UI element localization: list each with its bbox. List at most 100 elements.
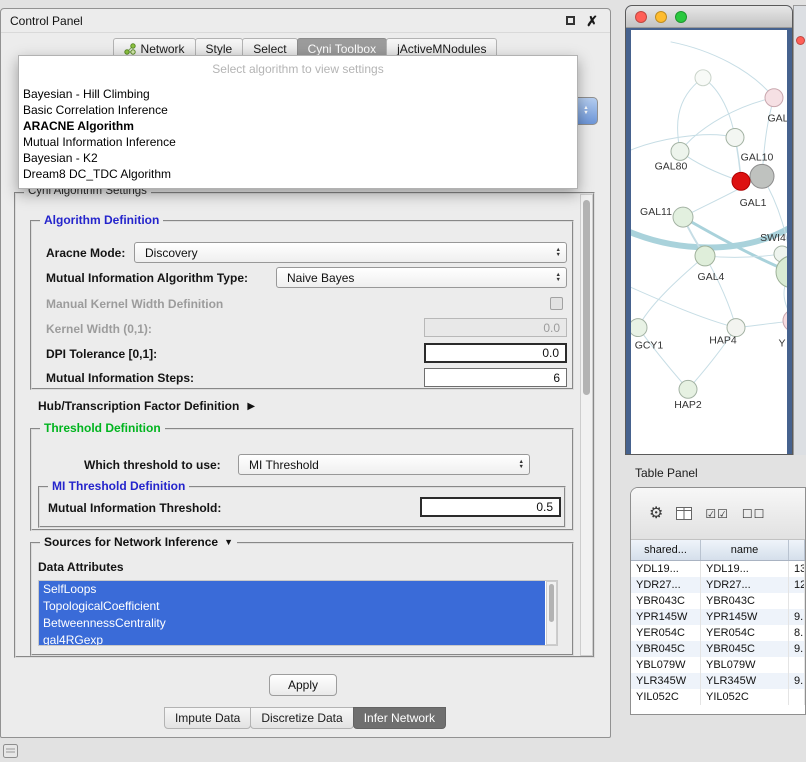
traffic-light-zoom[interactable] [675, 11, 687, 23]
algorithm-option[interactable]: Bayesian - K2 [19, 150, 577, 166]
algorithm-option[interactable]: ARACNE Algorithm [19, 118, 577, 134]
tab-discretize-data[interactable]: Discretize Data [250, 707, 353, 729]
select-all-icon[interactable]: ☑☑ [705, 508, 729, 520]
attribute-item[interactable]: SelfLoops [39, 581, 545, 598]
table-row[interactable]: YPR145WYPR145W9. [631, 609, 805, 625]
network-node-label: HAP4 [709, 336, 737, 347]
table-cell: YDL19... [701, 561, 789, 577]
network-node-label: HAP2 [674, 400, 702, 411]
table-row[interactable]: YDR27...YDR27...12 [631, 577, 805, 593]
close-window-icon[interactable]: ✗ [586, 14, 598, 28]
gear-icon[interactable]: ⚙ [649, 506, 663, 522]
network-node[interactable] [726, 129, 744, 147]
network-node[interactable] [673, 207, 693, 227]
network-node[interactable] [631, 319, 647, 337]
docked-panel-icon[interactable] [3, 744, 18, 758]
attribute-list-scrollbar[interactable] [546, 581, 557, 645]
mi-threshold-field[interactable]: 0.5 [420, 497, 561, 517]
table-row[interactable]: YBR043CYBR043C [631, 593, 805, 609]
network-node[interactable] [732, 172, 750, 190]
network-node[interactable] [671, 142, 689, 160]
traffic-light-close[interactable] [635, 11, 647, 23]
attribute-item[interactable]: TopologicalCoefficient [39, 598, 545, 615]
table-row[interactable]: YLR345WYLR345W9. [631, 673, 805, 689]
network-edge[interactable] [680, 98, 774, 152]
tab-label: Discretize Data [261, 711, 342, 725]
data-attributes-label: Data Attributes [38, 560, 124, 574]
table-cell: YBR043C [631, 593, 701, 609]
manual-kernel-checkbox[interactable] [550, 297, 563, 310]
combo-down-icon: ▼ [556, 253, 561, 258]
network-node[interactable] [765, 89, 783, 107]
table-cell: YER054C [631, 625, 701, 641]
network-node[interactable] [783, 310, 787, 332]
algorithm-select-stepper-fragment[interactable]: ▲ ▼ [578, 97, 598, 125]
combo-stepper-icon: ▲ ▼ [581, 106, 593, 116]
dpi-tolerance-label: DPI Tolerance [0,1]: [46, 347, 157, 361]
attribute-item[interactable]: gal4RGexp [39, 632, 545, 646]
network-window-titlebar[interactable] [626, 6, 792, 28]
network-node[interactable] [695, 70, 711, 86]
mi-algorithm-type-select[interactable]: Naive Bayes ▲ ▼ [276, 267, 567, 288]
table-cell: YLR345W [701, 673, 789, 689]
settings-scrollbar-thumb[interactable] [583, 200, 590, 395]
combo-stepper-icon: ▲ ▼ [517, 460, 529, 470]
aracne-mode-value: Discovery [135, 246, 554, 260]
network-edge[interactable] [638, 328, 688, 390]
network-node[interactable] [727, 319, 745, 337]
aracne-mode-select[interactable]: Discovery ▲ ▼ [134, 242, 567, 263]
float-window-icon[interactable] [566, 16, 575, 25]
kernel-width-field[interactable]: 0.0 [424, 318, 567, 337]
table-row[interactable]: YER054CYER054C8. [631, 625, 805, 641]
sources-group-title[interactable]: Sources for Network Inference ▼ [40, 535, 237, 549]
network-canvas[interactable]: GAL1GAL11GALGAL80GAL10SWI4GAL4HAP4GCY1YH… [631, 30, 787, 454]
tab-impute-data[interactable]: Impute Data [164, 707, 251, 729]
column-header[interactable]: name [701, 540, 789, 560]
attribute-list-scrollbar-thumb[interactable] [549, 584, 554, 622]
apply-button[interactable]: Apply [269, 674, 337, 696]
network-edge[interactable] [638, 256, 705, 328]
table-row[interactable]: YBR045CYBR045C9. [631, 641, 805, 657]
columns-icon[interactable] [676, 507, 692, 520]
algorithm-option[interactable]: Dream8 DC_TDC Algorithm [19, 166, 577, 182]
column-header[interactable] [789, 540, 805, 560]
network-edge[interactable] [671, 42, 774, 98]
network-edge[interactable] [703, 78, 735, 138]
sources-title-text: Sources for Network Inference [44, 535, 218, 549]
algorithm-option[interactable]: Bayesian - Hill Climbing [19, 86, 577, 102]
dpi-tolerance-field[interactable]: 0.0 [424, 343, 567, 363]
attribute-item[interactable]: BetweennessCentrality [39, 615, 545, 632]
table-cell: YLR345W [631, 673, 701, 689]
algorithm-option[interactable]: Mutual Information Inference [19, 134, 577, 150]
table-cell [789, 689, 805, 705]
network-canvas-svg[interactable]: GAL1GAL11GALGAL80GAL10SWI4GAL4HAP4GCY1YH… [631, 30, 787, 454]
column-header[interactable]: shared... [631, 540, 701, 560]
table-cell: YER054C [701, 625, 789, 641]
network-edge[interactable] [705, 256, 736, 328]
tab-infer-network[interactable]: Infer Network [353, 707, 446, 729]
combo-stepper-icon: ▲ ▼ [554, 248, 566, 258]
table-row[interactable]: YDL19...YDL19...13 [631, 561, 805, 577]
table-row[interactable]: YBL079WYBL079W [631, 657, 805, 673]
network-node[interactable] [750, 164, 774, 188]
hub-definition-expander[interactable]: Hub/Transcription Factor Definition ▶ [38, 399, 255, 413]
network-node[interactable] [695, 246, 715, 266]
settings-scrollbar[interactable] [580, 194, 593, 656]
algorithm-dropdown-popup: Select algorithm to view settings Bayesi… [18, 55, 578, 189]
network-edge[interactable] [705, 254, 782, 257]
screen: Control Panel ✗ Network Style Select Cyn… [0, 0, 806, 762]
network-edge[interactable] [631, 284, 736, 328]
network-node[interactable] [679, 380, 697, 398]
which-threshold-select[interactable]: MI Threshold ▲ ▼ [238, 454, 530, 475]
traffic-light-close-background-window[interactable] [796, 36, 805, 45]
control-panel-titlebar[interactable]: Control Panel ✗ [1, 9, 610, 33]
mi-steps-field[interactable]: 6 [424, 368, 567, 387]
algorithm-option[interactable]: Basic Correlation Inference [19, 102, 577, 118]
deselect-all-icon[interactable]: ☐☐ [742, 508, 766, 520]
traffic-light-minimize[interactable] [655, 11, 667, 23]
table-row[interactable]: YIL052CYIL052C [631, 689, 805, 705]
table-cell: YPR145W [701, 609, 789, 625]
data-attributes-list[interactable]: SelfLoopsTopologicalCoefficientBetweenne… [38, 580, 558, 646]
table-cell: YPR145W [631, 609, 701, 625]
network-edge[interactable] [680, 151, 741, 181]
